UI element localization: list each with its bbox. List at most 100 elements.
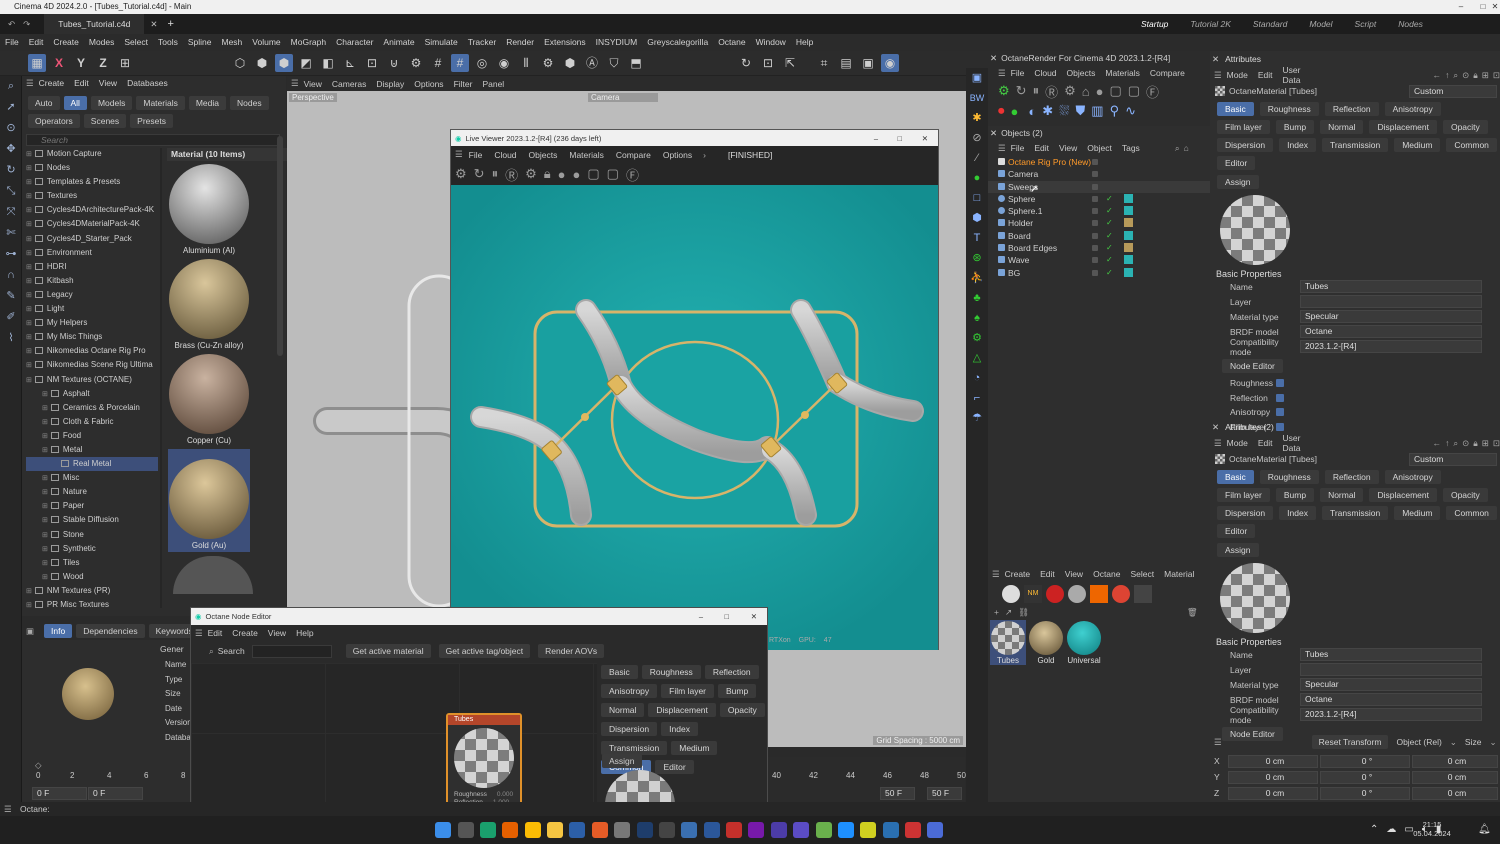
frame-current-field[interactable]: 0 F <box>88 787 143 800</box>
object-row-sphere-1[interactable]: Sphere.1 ✓ <box>988 205 1210 217</box>
target-icon[interactable]: ⊛ <box>966 248 988 268</box>
object-row-octane-rig-pro-new[interactable]: Octane Rig Pro (New) <box>988 156 1210 168</box>
grid-snap-icon[interactable]: # <box>451 54 469 72</box>
up-icon[interactable]: ↑ <box>1445 438 1449 448</box>
octane-send-icon[interactable]: ⚙ <box>998 83 1010 99</box>
menu-select[interactable]: Select <box>124 34 148 51</box>
visibility-dot[interactable] <box>1092 171 1098 178</box>
tree-item-legacy[interactable]: ⊞ Legacy <box>26 288 158 302</box>
attr-tab-opacity[interactable]: Opacity <box>1442 120 1488 134</box>
attr-tab-medium[interactable]: Medium <box>1394 506 1441 520</box>
ne-tab-normal[interactable]: Normal <box>601 703 645 717</box>
tree-item-my-helpers[interactable]: ⊞ My Helpers <box>26 316 158 330</box>
lv-menu-file[interactable]: File <box>469 150 483 160</box>
no-icon[interactable]: ⊘ <box>966 128 988 148</box>
knife-icon[interactable]: ✄ <box>0 223 22 244</box>
target-icon[interactable]: ⊙ <box>1462 438 1469 449</box>
film-icon[interactable]: ▥ <box>1091 103 1103 119</box>
object-row-sweeps[interactable]: Sweeps <box>988 180 1210 193</box>
coord-mode-select[interactable]: Object (Rel) <box>1396 737 1441 747</box>
attr-tab-transmission[interactable]: Transmission <box>1321 506 1389 520</box>
objects-menu-tags[interactable]: Tags <box>1122 143 1140 153</box>
uv-mode-icon[interactable]: ◩ <box>297 54 315 72</box>
visibility-dot[interactable] <box>1092 245 1098 252</box>
attr-tab-index[interactable]: Index <box>1279 506 1316 520</box>
tree-item-wood[interactable]: ⊞ Wood <box>26 570 158 584</box>
arrow-icon[interactable]: ↗ <box>1005 607 1012 618</box>
menu-tracker[interactable]: Tracker <box>468 34 497 51</box>
expand-icon[interactable]: ⊞ <box>26 348 32 355</box>
frame-start-field[interactable]: 0 F <box>32 787 87 800</box>
material-thumb-tubes[interactable]: Tubes <box>990 620 1026 665</box>
attr-tab-common[interactable]: Common <box>1446 506 1497 520</box>
expand-icon[interactable]: ⊞ <box>26 193 32 200</box>
viewport-menu-view[interactable]: View <box>304 79 322 89</box>
menu-icon[interactable]: ☰ <box>291 78 299 89</box>
ne-tab-transmission[interactable]: Transmission <box>601 741 668 755</box>
menu-octane[interactable]: Octane <box>718 34 745 51</box>
clock[interactable]: 21:15 05.04.2024 <box>1412 820 1452 838</box>
attr-tab-reflection[interactable]: Reflection <box>1324 102 1379 116</box>
tree-item-pr-misc-textures[interactable]: ⊞ PR Misc Textures <box>26 598 158 612</box>
ne-tab-anisotropy[interactable]: Anisotropy <box>601 684 658 698</box>
checkbox[interactable] <box>1276 379 1284 388</box>
object-row-holder[interactable]: Holder ✓ <box>988 217 1210 229</box>
tree-item-cycles4darchitecturepack-4k[interactable]: ⊞ Cycles4DArchitecturePack-4K <box>26 203 158 217</box>
notification-icon[interactable]: 🔔︎ <box>1478 824 1491 835</box>
layout-tab-nodes[interactable]: Nodes <box>1398 14 1423 34</box>
app-s-icon[interactable] <box>479 822 496 838</box>
bw-icon[interactable]: BW <box>966 88 988 108</box>
panel-icon[interactable]: ⊡ <box>1493 70 1500 81</box>
cube-icon[interactable]: ⬢ <box>561 54 579 72</box>
ne-close-button[interactable]: ✕ <box>751 612 757 621</box>
asset-menu-create[interactable]: Create <box>39 78 65 88</box>
lv-menu-compare[interactable]: Compare <box>616 150 651 160</box>
prop-value[interactable]: Octane <box>1300 693 1482 706</box>
axis-mode-icon[interactable]: ⊾ <box>341 54 359 72</box>
send-scene-icon[interactable]: ⚙ <box>455 166 467 182</box>
brush-icon[interactable]: ✐ <box>0 307 22 328</box>
tray-chevron-icon[interactable]: ⌃ <box>1370 824 1378 835</box>
pdf-icon[interactable] <box>726 822 743 838</box>
filter-models[interactable]: Models <box>90 96 133 110</box>
up-icon[interactable]: ↑ <box>1445 70 1449 80</box>
position-field[interactable]: 0 cm <box>1228 786 1318 800</box>
octane-menu-materials[interactable]: Materials <box>1105 68 1139 78</box>
search-icon[interactable]: ⌕ <box>0 76 22 97</box>
swirl-icon[interactable] <box>1112 585 1130 603</box>
ne-menu-view[interactable]: View <box>268 628 286 638</box>
ne-tab-basic[interactable]: Basic <box>601 665 638 679</box>
tree-item-cycles4d-starter-pack[interactable]: ⊞ Cycles4D_Starter_Pack <box>26 232 158 246</box>
expand-icon[interactable]: ⊞ <box>26 207 32 214</box>
sphere-icon[interactable]: ● <box>966 168 988 188</box>
expand-icon[interactable]: ⊞ <box>26 250 32 257</box>
sphere-icon[interactable]: ● <box>558 167 566 182</box>
menu-greyscalegorilla[interactable]: Greyscalegorilla <box>647 34 708 51</box>
close-button[interactable]: ✕ <box>1490 0 1500 14</box>
material-tag-icon[interactable] <box>1124 218 1133 228</box>
minimize-button[interactable]: – <box>1450 0 1472 14</box>
menu-icon[interactable]: ☰ <box>26 78 34 89</box>
viewport-menu-display[interactable]: Display <box>376 79 404 89</box>
pause-icon[interactable]: ⏸ <box>1033 83 1040 99</box>
ne-tab-displacement[interactable]: Displacement <box>648 703 716 717</box>
attr-tab-normal[interactable]: Normal <box>1320 120 1364 134</box>
get-active-tag-button[interactable]: Get active tag/object <box>438 644 531 658</box>
preset-select[interactable]: Custom <box>1409 452 1497 466</box>
expand-icon[interactable]: ⊞ <box>26 377 32 384</box>
panel-icon[interactable]: ⊡ <box>1493 438 1500 449</box>
shield-icon[interactable]: ⛉ <box>605 54 623 72</box>
tab-dependencies[interactable]: Dependencies <box>76 624 145 638</box>
scale-icon[interactable]: ⤡ <box>0 181 22 202</box>
attr-tab-anisotropy[interactable]: Anisotropy <box>1384 102 1441 116</box>
octane-menu-objects[interactable]: Objects <box>1067 68 1096 78</box>
matmgr-menu-select[interactable]: Select <box>1130 569 1154 579</box>
enabled-check-icon[interactable]: ✓ <box>1106 267 1113 279</box>
misc-icon[interactable] <box>1134 585 1152 603</box>
tree-item-light[interactable]: ⊞ Light <box>26 302 158 316</box>
material-thumb-gold[interactable]: Gold <box>1028 620 1064 665</box>
ne-menu-help[interactable]: Help <box>296 628 313 638</box>
material-tag-icon[interactable] <box>1124 255 1133 265</box>
render-output[interactable] <box>451 185 938 650</box>
render-view-icon[interactable]: ◉ <box>495 54 513 72</box>
